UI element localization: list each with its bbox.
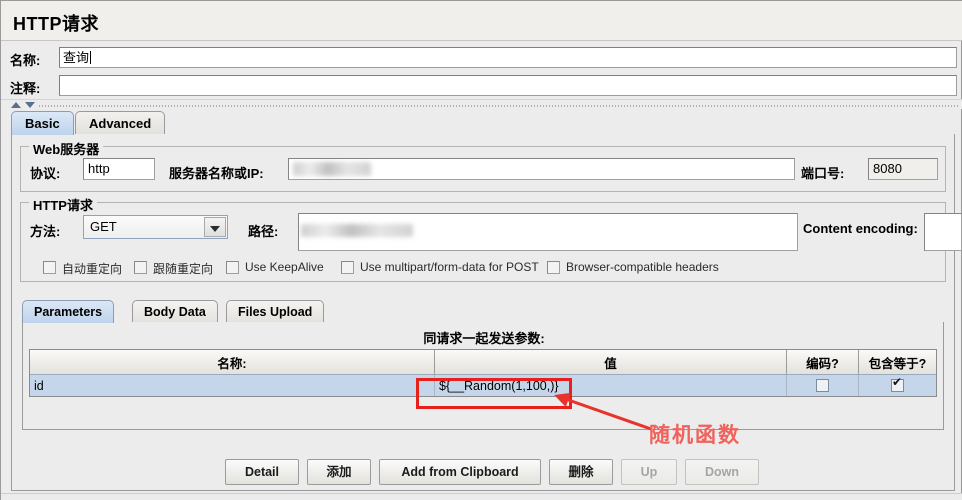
param-tabstrip: Parameters Body Data Files Upload xyxy=(22,300,944,323)
tab-files-upload[interactable]: Files Upload xyxy=(226,300,325,323)
bottom-edge xyxy=(1,493,962,500)
checkbox-box[interactable] xyxy=(547,261,560,274)
checkbox-box[interactable] xyxy=(226,261,239,274)
http-request-group: HTTP请求 方法: GET 路径: Content encoding: 自动重… xyxy=(20,195,962,282)
button-bar: Detail 添加 Add from Clipboard 删除 Up Down xyxy=(1,459,962,493)
param-table-header: 名称: 值 编码? 包含等于? xyxy=(30,350,936,374)
param-table: 名称: 值 编码? 包含等于? id ${__Random(1,100,)} xyxy=(29,349,937,397)
protocol-label: 协议: xyxy=(30,166,61,181)
path-label: 路径: xyxy=(248,224,279,239)
annotation-label: 随机函数 xyxy=(649,424,741,447)
collapse-down-icon[interactable] xyxy=(25,102,35,108)
content-encoding-input[interactable] xyxy=(924,213,962,251)
main-tabstrip: Basic Advanced xyxy=(11,111,955,135)
tab-parameters-label: Parameters xyxy=(34,305,103,319)
tab-parameters[interactable]: Parameters xyxy=(22,300,115,323)
collapse-strip xyxy=(1,99,962,109)
delete-button[interactable]: 删除 xyxy=(549,459,613,485)
port-label: 端口号: xyxy=(801,166,845,181)
method-combobox[interactable]: GET xyxy=(83,215,228,239)
checkbox-label: 自动重定向 xyxy=(62,262,123,276)
checkbox-box[interactable] xyxy=(43,261,56,274)
comment-input[interactable] xyxy=(59,75,957,96)
add-from-clipboard-button[interactable]: Add from Clipboard xyxy=(379,459,541,485)
detail-button-label: Detail xyxy=(244,465,280,479)
checkbox-box[interactable] xyxy=(341,261,354,274)
name-label: 名称: xyxy=(10,53,41,68)
parameters-tab-panel: 同请求一起发送参数: 名称: 值 编码? 包含等于? id ${__Random… xyxy=(22,322,944,430)
comment-label: 注释: xyxy=(10,81,41,96)
encode-checkbox[interactable] xyxy=(816,379,829,392)
web-server-group: Web服务器 协议: http 服务器名称或IP: 端口号: 8080 xyxy=(20,139,946,192)
panel-title-bar: HTTP请求 xyxy=(1,1,962,41)
checkbox-label: Use KeepAlive xyxy=(245,260,324,274)
method-label: 方法: xyxy=(30,224,61,239)
page-title: HTTP请求 xyxy=(13,14,99,34)
cell-include-equals[interactable] xyxy=(859,375,936,396)
tab-body-data-label: Body Data xyxy=(144,305,206,319)
name-input[interactable]: 查询 xyxy=(59,47,957,68)
name-row: 名称: 查询 xyxy=(1,45,962,71)
delete-button-label: 删除 xyxy=(568,465,594,479)
server-input[interactable] xyxy=(288,158,795,180)
server-label: 服务器名称或IP: xyxy=(169,166,264,181)
chevron-down-icon[interactable] xyxy=(204,217,226,237)
annotation-arrow-icon xyxy=(554,392,652,431)
content-encoding-label: Content encoding: xyxy=(803,221,918,236)
column-header-include-equals[interactable]: 包含等于? xyxy=(859,350,936,374)
table-row[interactable]: id ${__Random(1,100,)} xyxy=(30,374,936,396)
detail-button[interactable]: Detail xyxy=(225,459,299,485)
server-redaction xyxy=(293,162,371,176)
protocol-value: http xyxy=(88,161,110,176)
checkbox-label: 跟随重定向 xyxy=(153,262,214,276)
basic-tab-panel: Web服务器 协议: http 服务器名称或IP: 端口号: 8080 HTTP… xyxy=(11,134,962,491)
tab-body-data[interactable]: Body Data xyxy=(132,300,218,323)
name-input-value: 查询 xyxy=(63,50,90,65)
splitter-dots xyxy=(39,105,959,107)
tab-files-upload-label: Files Upload xyxy=(238,305,313,319)
column-header-encode[interactable]: 编码? xyxy=(787,350,859,374)
column-header-value[interactable]: 值 xyxy=(435,350,787,374)
text-caret xyxy=(90,51,92,64)
path-redaction xyxy=(301,224,413,237)
add-from-clipboard-button-label: Add from Clipboard xyxy=(401,465,519,479)
comment-row: 注释: xyxy=(1,73,962,99)
http-request-legend: HTTP请求 xyxy=(29,195,97,214)
web-server-legend: Web服务器 xyxy=(29,139,104,158)
tab-advanced[interactable]: Advanced xyxy=(75,111,166,135)
collapse-up-icon[interactable] xyxy=(11,102,21,108)
port-input[interactable]: 8080 xyxy=(868,158,938,180)
down-button-label: Down xyxy=(704,465,740,479)
up-button: Up xyxy=(621,459,677,485)
cell-encode[interactable] xyxy=(787,375,859,396)
http-request-panel: HTTP请求 名称: 查询 注释: Basic Advanced Web服务器 … xyxy=(0,0,962,500)
include-equals-checkbox[interactable] xyxy=(891,376,904,392)
checkbox-label: Use multipart/form-data for POST xyxy=(360,260,539,274)
method-value: GET xyxy=(90,219,117,234)
checkbox-label: Browser-compatible headers xyxy=(566,260,719,274)
down-button: Down xyxy=(685,459,759,485)
add-button-label: 添加 xyxy=(326,465,352,479)
tab-advanced-label: Advanced xyxy=(89,116,152,131)
tab-basic[interactable]: Basic xyxy=(11,111,74,135)
add-button[interactable]: 添加 xyxy=(307,459,371,485)
path-input[interactable] xyxy=(298,213,798,251)
up-button-label: Up xyxy=(640,465,658,479)
port-value: 8080 xyxy=(873,161,902,176)
checkbox-box[interactable] xyxy=(134,261,147,274)
param-table-caption: 同请求一起发送参数: xyxy=(423,331,545,346)
column-header-name[interactable]: 名称: xyxy=(30,350,435,374)
tab-basic-label: Basic xyxy=(25,116,60,131)
cell-param-name[interactable]: id xyxy=(30,375,435,396)
protocol-input[interactable]: http xyxy=(83,158,155,180)
